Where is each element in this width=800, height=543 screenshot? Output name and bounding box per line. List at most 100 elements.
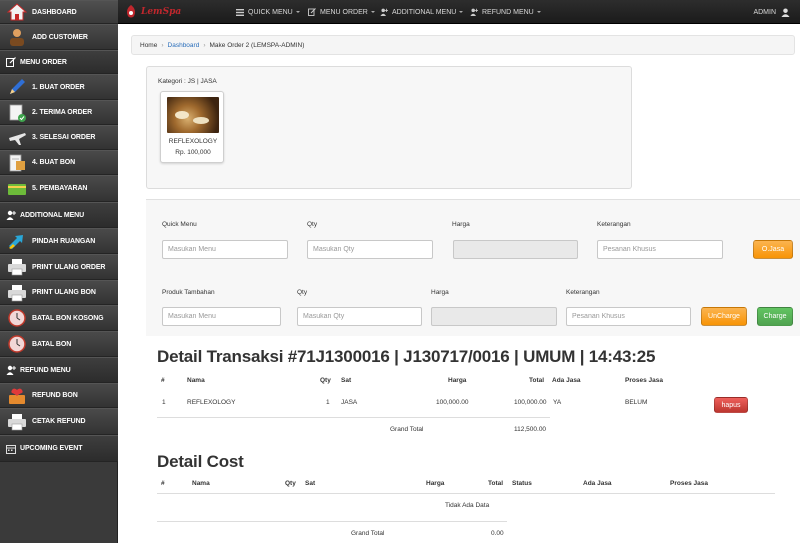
user-plus-icon: [470, 8, 478, 16]
home-icon: [6, 3, 28, 21]
order-form-panel: Quick Menu Qty Harga Keterangan O.Jasa P…: [146, 199, 800, 336]
harga-input-2: [431, 307, 557, 326]
col-harga: Harga: [448, 377, 467, 384]
clock-icon: [7, 335, 27, 353]
document-check-icon: [7, 104, 27, 122]
harga-label: Harga: [452, 221, 470, 228]
sidebar-item-dashboard[interactable]: DASHBOARD: [0, 0, 118, 24]
sidebar-item-selesai-order[interactable]: 3. SELESAI ORDER: [0, 125, 118, 150]
grand-total-label: Grand Total: [390, 426, 424, 433]
grand-total-value: 112,500.00: [514, 426, 547, 433]
grand-total-label: Grand Total: [351, 530, 385, 537]
clock-icon: [7, 309, 27, 327]
chevron-down-icon: [459, 11, 464, 13]
charge-button[interactable]: Charge: [757, 307, 793, 326]
topnav-quick-menu[interactable]: QUICK MENU: [236, 0, 300, 24]
sidebar-item-batal-bon-kosong[interactable]: BATAL BON KOSONG: [0, 305, 118, 331]
logo-text: LemSpa: [141, 7, 182, 17]
col-ada-jasa: Ada Jasa: [583, 480, 612, 487]
sidebar-section-refund-menu[interactable]: REFUND MENU: [0, 357, 118, 383]
receipt-icon: [7, 154, 27, 172]
keterangan-input[interactable]: [597, 240, 723, 259]
harga-label-2: Harga: [431, 289, 449, 296]
sidebar-item-print-ulang-order[interactable]: PRINT ULANG ORDER: [0, 254, 118, 280]
customer-icon: [7, 28, 27, 46]
sidebar-section-additional-menu[interactable]: ADDITIONAL MENU: [0, 202, 118, 228]
grand-total-value: 0.00: [491, 530, 504, 537]
header-divider: [157, 493, 775, 494]
produk-tambahan-input[interactable]: [162, 307, 281, 326]
sidebar-section-menu-order[interactable]: MENU ORDER: [0, 50, 118, 74]
col-no: #: [161, 377, 165, 384]
product-card-reflexology[interactable]: REFLEXOLOGY Rp. 100,000: [160, 91, 224, 163]
keterangan-label-2: Keterangan: [566, 289, 600, 296]
sidebar-item-buat-bon[interactable]: 4. BUAT BON: [0, 150, 118, 175]
sidebar-item-buat-order[interactable]: 1. BUAT ORDER: [0, 74, 118, 100]
sidebar-item-pembayaran[interactable]: 5. PEMBAYARAN: [0, 175, 118, 202]
card-icon: [7, 180, 27, 198]
cell-nama: REFLEXOLOGY: [187, 399, 236, 406]
user-menu[interactable]: ADMIN: [753, 0, 790, 24]
sidebar-item-add-customer[interactable]: ADD CUSTOMER: [0, 24, 118, 50]
sidebar-item-cetak-refund[interactable]: CETAK REFUND: [0, 408, 118, 435]
cell-sat: JASA: [341, 399, 358, 406]
col-qty: Qty: [285, 480, 296, 487]
detail-cost-title: Detail Cost: [157, 452, 244, 471]
sidebar-item-refund-bon[interactable]: REFUND BON: [0, 383, 118, 408]
uncharge-button[interactable]: UnCharge: [701, 307, 747, 326]
topnav-refund-menu[interactable]: REFUND MENU: [470, 0, 541, 24]
sidebar-item-pindah-ruangan[interactable]: PINDAH RUANGAN: [0, 228, 118, 254]
heart-icon: [7, 387, 27, 405]
user-plus-icon: [6, 365, 16, 375]
qty-input-2[interactable]: [297, 307, 422, 326]
user-plus-icon: [6, 210, 16, 220]
category-title: Kategori : JS | JASA: [158, 78, 217, 85]
printer-icon: [7, 413, 27, 431]
col-sat: Sat: [341, 377, 352, 384]
col-total: Total: [529, 377, 545, 384]
user-icon: [781, 7, 790, 17]
keterangan-input-2[interactable]: [566, 307, 691, 326]
quick-menu-input[interactable]: [162, 240, 288, 259]
cell-harga: 100,000.00: [436, 399, 469, 406]
col-harga: Harga: [426, 480, 445, 487]
col-proses-jasa: Proses Jasa: [670, 480, 708, 487]
col-proses-jasa: Proses Jasa: [625, 377, 663, 384]
printer-icon: [7, 284, 27, 302]
app-window: DASHBOARD ADD CUSTOMER MENU ORDER 1. BUA…: [0, 0, 800, 543]
ojasa-button[interactable]: O.Jasa: [753, 240, 793, 259]
sidebar-item-print-ulang-bon[interactable]: PRINT ULANG BON: [0, 280, 118, 305]
pencil-icon: [7, 78, 27, 96]
category-panel: Kategori : JS | JASA REFLEXOLOGY Rp. 100…: [146, 66, 632, 189]
cell-proses-jasa: BELUM: [625, 399, 648, 406]
sidebar-section-upcoming-event[interactable]: UPCOMING EVENT: [0, 435, 118, 462]
cell-no: 1: [162, 399, 166, 406]
sidebar-item-terima-order[interactable]: 2. TERIMA ORDER: [0, 100, 118, 125]
logo[interactable]: LemSpa: [124, 2, 181, 22]
topnav-menu-order[interactable]: MENU ORDER: [308, 0, 375, 24]
breadcrumb-dashboard[interactable]: Dashboard: [168, 42, 200, 49]
col-nama: Nama: [187, 377, 205, 384]
calendar-icon: [6, 444, 16, 454]
chevron-down-icon: [295, 11, 300, 13]
breadcrumb-home[interactable]: Home: [140, 42, 157, 49]
quick-menu-label: Quick Menu: [162, 221, 197, 228]
chevron-down-icon: [370, 11, 375, 13]
breadcrumb-separator: ›: [161, 41, 164, 49]
list-icon: [236, 8, 244, 16]
hapus-button[interactable]: hapus: [714, 397, 748, 413]
chevron-down-icon: [536, 11, 541, 13]
topnav-menu-order-label: MENU ORDER: [320, 8, 368, 16]
topnav-additional-menu[interactable]: ADDITIONAL MENU: [380, 0, 464, 24]
plane-icon: [7, 129, 27, 147]
col-no: #: [161, 480, 165, 487]
transfer-icon: [7, 232, 27, 250]
detail-transaksi-title: Detail Transaksi #71J1300016 | J130717/0…: [157, 347, 656, 366]
produk-tambahan-label: Produk Tambahan: [162, 289, 215, 296]
product-name: REFLEXOLOGY: [168, 138, 218, 145]
qty-label: Qty: [307, 221, 318, 228]
sidebar-item-batal-bon[interactable]: BATAL BON: [0, 331, 118, 357]
cell-total: 100,000.00: [514, 399, 547, 406]
cell-ada-jasa: YA: [553, 399, 562, 406]
qty-input[interactable]: [307, 240, 433, 259]
